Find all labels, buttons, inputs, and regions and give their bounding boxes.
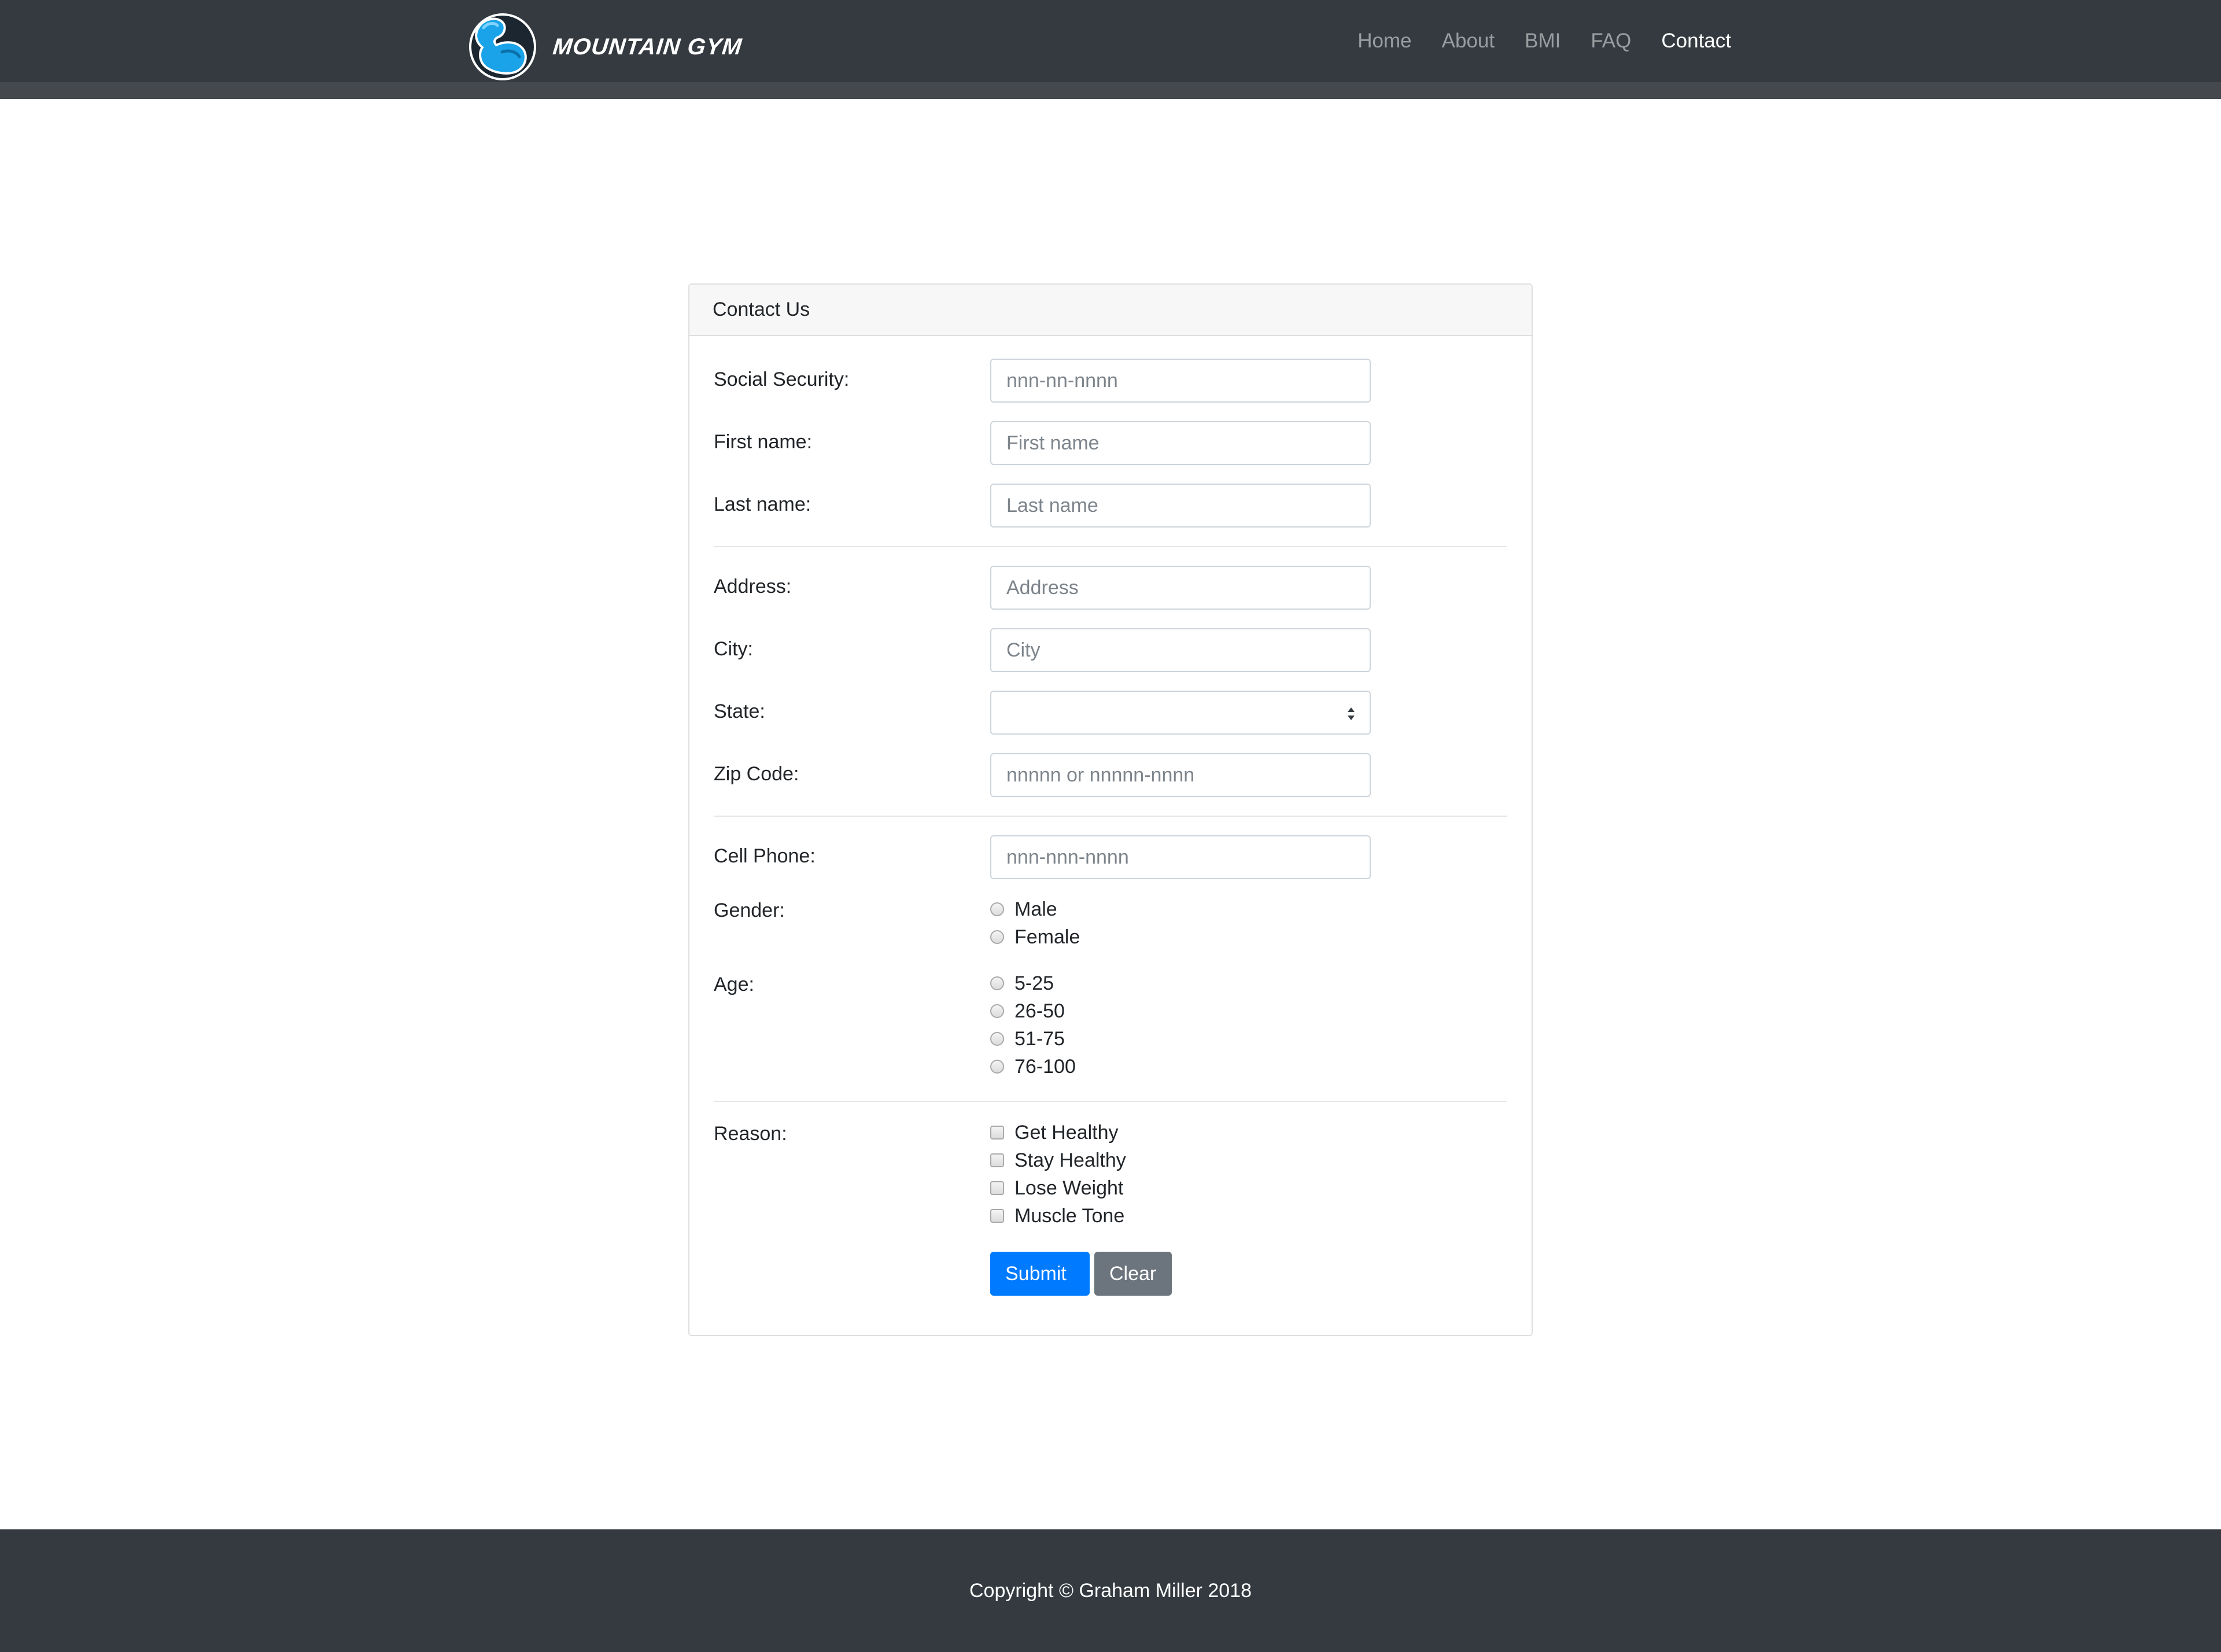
copyright-text: Copyright © Graham Miller 2018 bbox=[969, 1579, 1252, 1602]
nav-link-about[interactable]: About bbox=[1442, 30, 1495, 53]
section-divider bbox=[714, 546, 1507, 547]
option-label: 26-50 bbox=[1014, 1000, 1065, 1022]
city-input[interactable] bbox=[990, 628, 1371, 672]
option-label: Female bbox=[1014, 925, 1080, 948]
brand-name: MOUNTAIN GYM bbox=[551, 34, 744, 60]
option-label: 51-75 bbox=[1014, 1027, 1065, 1050]
radio-button[interactable] bbox=[990, 976, 1004, 990]
option-label: Lose Weight bbox=[1014, 1177, 1124, 1199]
zip-label: Zip Code: bbox=[714, 763, 799, 785]
section-divider bbox=[714, 816, 1507, 817]
state-label: State: bbox=[714, 700, 765, 722]
select-arrows-icon bbox=[1348, 707, 1355, 720]
address-input[interactable] bbox=[990, 566, 1371, 610]
option-label: 76-100 bbox=[1014, 1055, 1076, 1078]
footer: Copyright © Graham Miller 2018 bbox=[0, 1529, 2221, 1652]
radio-button[interactable] bbox=[990, 1004, 1004, 1018]
navbar-underline bbox=[0, 82, 2221, 99]
gender-label: Gender: bbox=[714, 899, 785, 921]
last-name-input[interactable] bbox=[990, 484, 1371, 528]
option-label: Stay Healthy bbox=[1014, 1149, 1126, 1171]
nav-link-faq[interactable]: FAQ bbox=[1591, 30, 1631, 53]
reason-label: Reason: bbox=[714, 1123, 787, 1145]
checkbox[interactable] bbox=[990, 1126, 1004, 1140]
reason-option-lose-weight[interactable]: Lose Weight bbox=[990, 1174, 1123, 1202]
radio-button[interactable] bbox=[990, 930, 1004, 944]
checkbox[interactable] bbox=[990, 1209, 1004, 1223]
age-option-5-25[interactable]: 5-25 bbox=[990, 969, 1054, 997]
address-label: Address: bbox=[714, 576, 792, 598]
reason-option-stay-healthy[interactable]: Stay Healthy bbox=[990, 1146, 1126, 1174]
cell-phone-input[interactable] bbox=[990, 835, 1371, 879]
flexed-arm-icon bbox=[469, 13, 536, 80]
reason-option-muscle-tone[interactable]: Muscle Tone bbox=[990, 1202, 1124, 1230]
option-label: Muscle Tone bbox=[1014, 1204, 1125, 1227]
section-divider bbox=[714, 1101, 1507, 1102]
nav-link-bmi[interactable]: BMI bbox=[1525, 30, 1560, 53]
state-select[interactable] bbox=[990, 691, 1371, 735]
main-nav: Home About BMI FAQ Contact bbox=[1327, 0, 1731, 82]
clear-button[interactable]: Clear bbox=[1094, 1252, 1172, 1296]
zip-input[interactable] bbox=[990, 753, 1371, 797]
option-label: Get Healthy bbox=[1014, 1121, 1119, 1144]
age-option-26-50[interactable]: 26-50 bbox=[990, 997, 1065, 1025]
submit-button[interactable]: Submit bbox=[990, 1252, 1090, 1296]
contact-card: Contact Us Social Security: First name: … bbox=[688, 283, 1533, 1336]
option-label: Male bbox=[1014, 898, 1057, 920]
nav-link-contact[interactable]: Contact bbox=[1661, 30, 1731, 53]
city-label: City: bbox=[714, 638, 753, 660]
age-option-51-75[interactable]: 51-75 bbox=[990, 1025, 1065, 1053]
reason-option-get-healthy[interactable]: Get Healthy bbox=[990, 1119, 1119, 1146]
gender-option-female[interactable]: Female bbox=[990, 923, 1080, 951]
radio-button[interactable] bbox=[990, 902, 1004, 916]
first-name-label: First name: bbox=[714, 431, 813, 453]
checkbox[interactable] bbox=[990, 1181, 1004, 1195]
checkbox[interactable] bbox=[990, 1153, 1004, 1167]
cell-phone-label: Cell Phone: bbox=[714, 845, 816, 867]
navbar: MOUNTAIN GYM Home About BMI FAQ Contact bbox=[0, 0, 2221, 82]
gender-option-male[interactable]: Male bbox=[990, 895, 1057, 923]
card-title: Contact Us bbox=[689, 285, 1532, 336]
first-name-input[interactable] bbox=[990, 421, 1371, 465]
ssn-label: Social Security: bbox=[714, 368, 850, 390]
age-option-76-100[interactable]: 76-100 bbox=[990, 1053, 1076, 1081]
ssn-input[interactable] bbox=[990, 359, 1371, 403]
last-name-label: Last name: bbox=[714, 493, 811, 515]
radio-button[interactable] bbox=[990, 1060, 1004, 1074]
brand[interactable]: MOUNTAIN GYM bbox=[466, 12, 744, 82]
age-label: Age: bbox=[714, 974, 754, 995]
option-label: 5-25 bbox=[1014, 972, 1054, 994]
nav-link-home[interactable]: Home bbox=[1357, 30, 1411, 53]
radio-button[interactable] bbox=[990, 1032, 1004, 1046]
